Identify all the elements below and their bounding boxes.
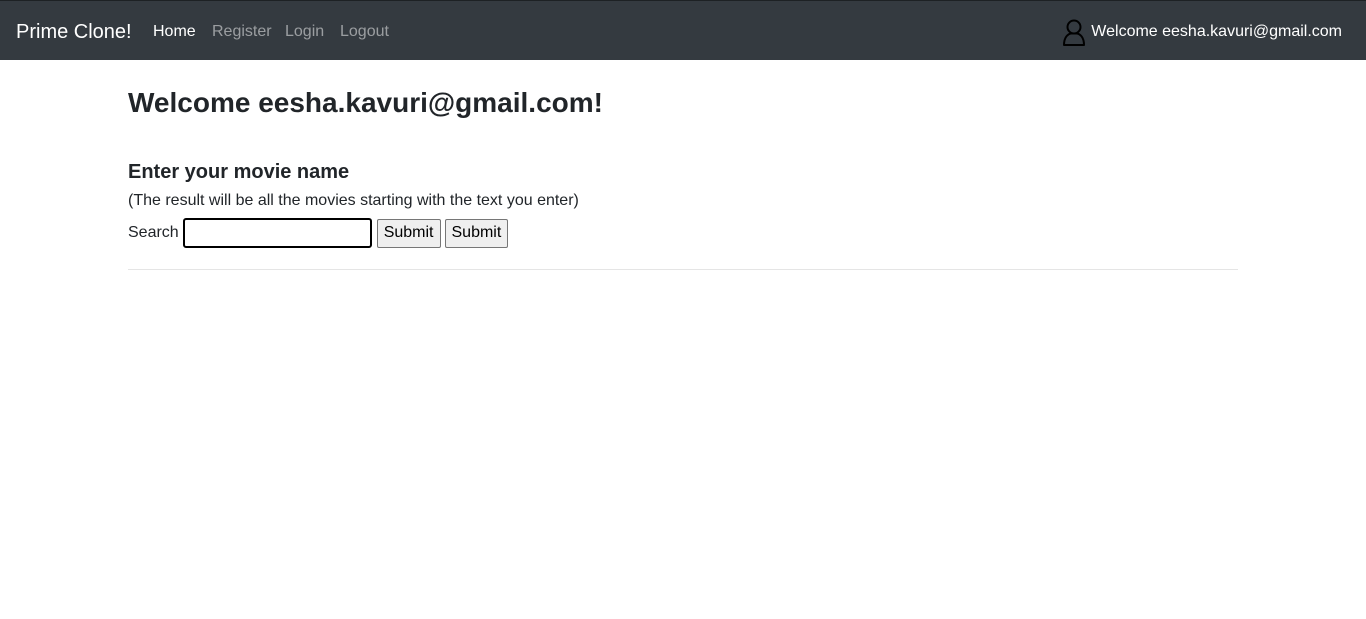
search-hint: (The result will be all the movies start… (128, 192, 579, 209)
section-heading: Enter your movie name (128, 161, 350, 183)
divider (128, 269, 1238, 270)
search-label: Search (128, 224, 179, 241)
user-welcome-text: Welcome eesha.kavuri@gmail.com (1091, 23, 1342, 40)
search-form: Search Submit Submit (128, 218, 512, 248)
nav-link-login[interactable]: Login (285, 22, 324, 42)
user-outline-icon (1061, 18, 1087, 46)
submit-button-2[interactable]: Submit (444, 218, 509, 248)
user-area: Welcome eesha.kavuri@gmail.com (1061, 18, 1342, 46)
top-navbar: Prime Clone! Home Register Login Logout … (0, 0, 1366, 60)
nav-link-home[interactable]: Home (153, 22, 196, 42)
nav-link-register[interactable]: Register (212, 22, 272, 42)
brand-link[interactable]: Prime Clone! (16, 20, 132, 44)
page-title: Welcome eesha.kavuri@gmail.com! (128, 87, 603, 118)
submit-button-1[interactable]: Submit (376, 218, 441, 248)
nav-link-logout[interactable]: Logout (340, 22, 389, 42)
search-input[interactable] (182, 218, 372, 248)
